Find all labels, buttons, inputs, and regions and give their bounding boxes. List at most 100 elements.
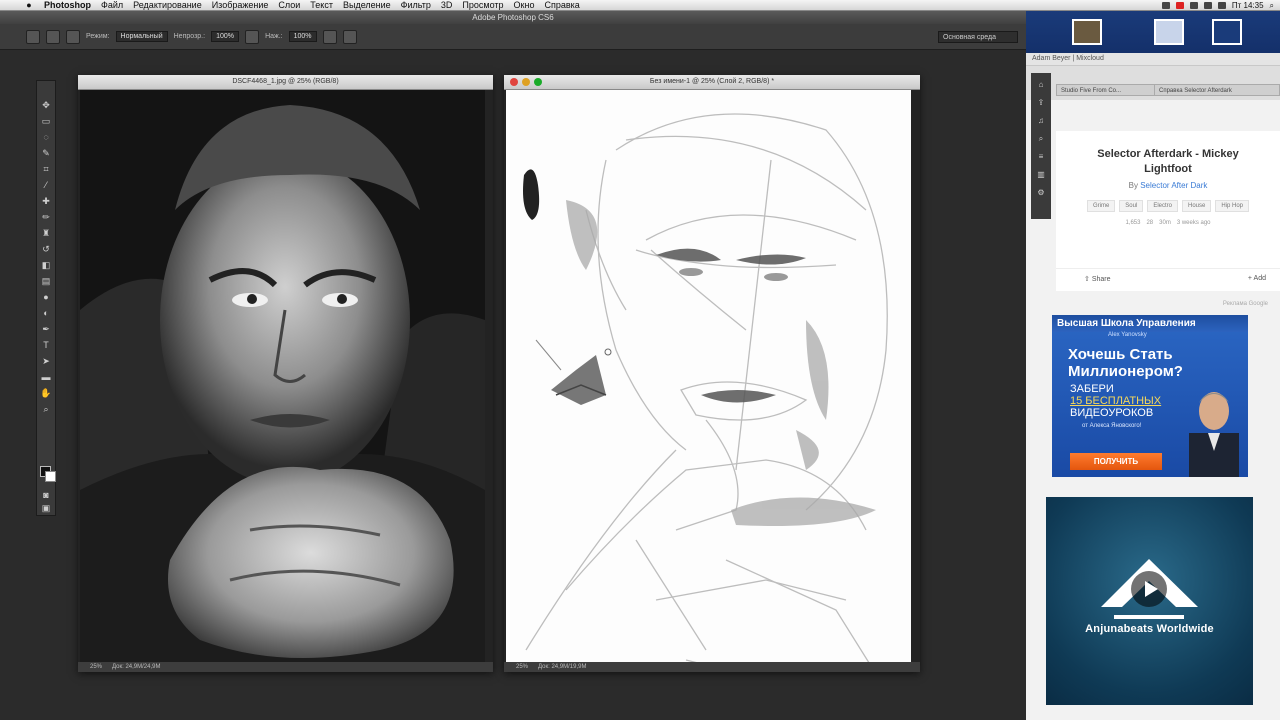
brush-panel-icon[interactable] — [66, 29, 80, 44]
opacity-field[interactable]: 100% — [211, 31, 240, 42]
tag[interactable]: Hip Hop — [1215, 200, 1250, 212]
path-select-tool-icon[interactable]: ➤ — [40, 355, 52, 367]
document-title-sketch[interactable]: Без имени-1 @ 25% (Слой 2, RGB/8) * — [504, 75, 920, 90]
home-icon[interactable]: ⌂ — [1035, 79, 1047, 91]
minimize-window-icon[interactable] — [522, 78, 530, 86]
options-bar: Режим: Нормальный Непрозр.: 100% Наж.: 1… — [0, 24, 1026, 50]
pressure-opacity-icon[interactable] — [245, 29, 260, 44]
menu-filter[interactable]: Фильтр — [401, 0, 431, 10]
menu-type[interactable]: Текст — [310, 0, 333, 10]
sketch-canvas[interactable] — [506, 90, 911, 662]
workspace-select[interactable]: Основная среда — [938, 31, 1018, 43]
play-button-icon[interactable] — [1131, 571, 1167, 607]
stamp-tool-icon[interactable]: ♜ — [40, 227, 52, 239]
eyedropper-tool-icon[interactable]: ⁄ — [40, 179, 52, 191]
ad-caption[interactable]: Реклама Google — [1026, 301, 1268, 307]
menu-file[interactable]: Файл — [101, 0, 123, 10]
document-title-photo[interactable]: DSCF4468_1.jpg @ 25% (RGB/8) — [78, 75, 493, 90]
type-tool-icon[interactable]: T — [40, 339, 52, 351]
document-window-sketch[interactable]: Без имени-1 @ 25% (Слой 2, RGB/8) * 25% … — [504, 75, 920, 672]
search-icon[interactable]: ⌕ — [1035, 133, 1047, 145]
settings-icon[interactable]: ⚙ — [1035, 187, 1047, 199]
quick-mask-icon[interactable]: ◙ — [40, 489, 52, 501]
gradient-tool-icon[interactable]: ▤ — [40, 275, 52, 287]
zoom-window-icon[interactable] — [534, 78, 542, 86]
background-color-swatch[interactable] — [45, 471, 56, 482]
menu-layers[interactable]: Слои — [278, 0, 300, 10]
shape-tool-icon[interactable]: ▬ — [40, 371, 52, 383]
stats-icon[interactable]: ▥ — [1035, 169, 1047, 181]
by-prefix: By — [1128, 181, 1138, 190]
ad-banner[interactable]: Высшая Школа Управления Alex Yanovsky Хо… — [1052, 315, 1248, 477]
browser-tab-2[interactable]: Справка Selector Afterdark — [1154, 84, 1280, 96]
tag[interactable]: Grime — [1086, 200, 1116, 212]
blur-tool-icon[interactable]: ● — [40, 291, 52, 303]
video-player[interactable]: Anjunabeats Worldwide — [1046, 497, 1253, 705]
pressure-size-icon[interactable] — [342, 29, 357, 44]
menu-view[interactable]: Просмотр — [462, 0, 503, 10]
clock[interactable]: Пт 14:35 — [1232, 1, 1264, 10]
upload-icon[interactable]: ⇪ — [1035, 97, 1047, 109]
menu-extras: Пт 14:35 ⌕ — [1161, 0, 1274, 11]
brush-size-icon[interactable] — [46, 29, 60, 44]
apple-menu-icon[interactable]: ● — [22, 0, 36, 10]
dodge-tool-icon[interactable]: ◐ — [40, 307, 52, 319]
document-status-sketch: 25% Док: 24,9M/19,9M — [504, 662, 920, 672]
menu-select[interactable]: Выделение — [343, 0, 391, 10]
browser-tab-1[interactable]: Studio Five From Co... — [1056, 84, 1156, 96]
document-window-photo[interactable]: DSCF4468_1.jpg @ 25% (RGB/8) 25% Док: 24… — [78, 75, 493, 672]
menu-3d[interactable]: 3D — [441, 0, 453, 10]
brush-tool-icon[interactable]: ✏ — [40, 211, 52, 223]
menu-image[interactable]: Изображение — [212, 0, 269, 10]
header-thumbnail-1[interactable] — [1072, 19, 1102, 45]
zoom-tool-icon[interactable]: ⌕ — [40, 403, 52, 415]
close-window-icon[interactable] — [510, 78, 518, 86]
tag[interactable]: House — [1182, 200, 1212, 212]
menu-edit[interactable]: Редактирование — [133, 0, 202, 10]
header-thumbnail-2[interactable] — [1154, 19, 1184, 45]
notification-icon[interactable] — [1175, 2, 1184, 9]
quick-select-tool-icon[interactable]: ✎ — [40, 147, 52, 159]
mixcloud-header — [1026, 11, 1280, 53]
crop-tool-icon[interactable]: ⌗ — [40, 163, 52, 175]
brush-preset-icon[interactable] — [26, 29, 40, 44]
pen-tool-icon[interactable]: ✒ — [40, 323, 52, 335]
tag[interactable]: Soul — [1119, 200, 1144, 212]
tag-list: Grime Soul Electro House Hip Hop — [1056, 200, 1280, 212]
menu-photoshop[interactable]: Photoshop — [44, 0, 91, 10]
healing-tool-icon[interactable]: ✚ — [40, 195, 52, 207]
artist-link[interactable]: Selector After Dark — [1140, 181, 1207, 190]
add-button[interactable]: + Add — [1248, 275, 1266, 282]
headphones-icon[interactable]: ♫ — [1035, 115, 1047, 127]
menu-help[interactable]: Справка — [544, 0, 579, 10]
tag[interactable]: Electro — [1147, 200, 1178, 212]
move-tool-icon[interactable]: ✥ — [40, 99, 52, 111]
menu-window[interactable]: Окно — [514, 0, 535, 10]
zoom-level[interactable]: 25% — [90, 662, 102, 672]
airbrush-icon[interactable] — [322, 29, 337, 44]
mode-select[interactable]: Нормальный — [115, 31, 168, 42]
ad-body-line: 15 БЕСПЛАТНЫХ — [1070, 395, 1162, 407]
wifi-icon[interactable] — [1189, 2, 1198, 9]
hand-tool-icon[interactable]: ✋ — [40, 387, 52, 399]
doc-size: Док: 24,9M/24,9M — [112, 664, 161, 670]
mixcloud-logo-icon[interactable] — [1212, 19, 1242, 45]
doc-size-sketch: Док: 24,9M/19,9M — [538, 664, 587, 670]
add-label: Add — [1253, 275, 1266, 282]
track-title[interactable]: Selector Afterdark - Mickey Lightfoot — [1056, 147, 1280, 177]
list-icon[interactable]: ≡ — [1035, 151, 1047, 163]
ad-cta-button[interactable]: ПОЛУЧИТЬ — [1070, 453, 1162, 470]
marquee-tool-icon[interactable]: ▭ — [40, 115, 52, 127]
battery-icon[interactable] — [1217, 2, 1226, 9]
spotlight-icon[interactable]: ⌕ — [1270, 1, 1274, 11]
screen-mode-icon[interactable]: ▣ — [40, 502, 52, 514]
history-brush-icon[interactable]: ↺ — [40, 243, 52, 255]
dropbox-icon[interactable] — [1161, 2, 1170, 9]
eraser-tool-icon[interactable]: ◧ — [40, 259, 52, 271]
lasso-tool-icon[interactable]: ◌ — [40, 131, 52, 143]
track-card: Selector Afterdark - Mickey Lightfoot By… — [1056, 131, 1280, 291]
flow-field[interactable]: 100% — [288, 31, 317, 42]
share-button[interactable]: ⇧ Share — [1084, 275, 1111, 283]
zoom-level-sketch[interactable]: 25% — [516, 662, 528, 672]
volume-icon[interactable] — [1203, 2, 1212, 9]
